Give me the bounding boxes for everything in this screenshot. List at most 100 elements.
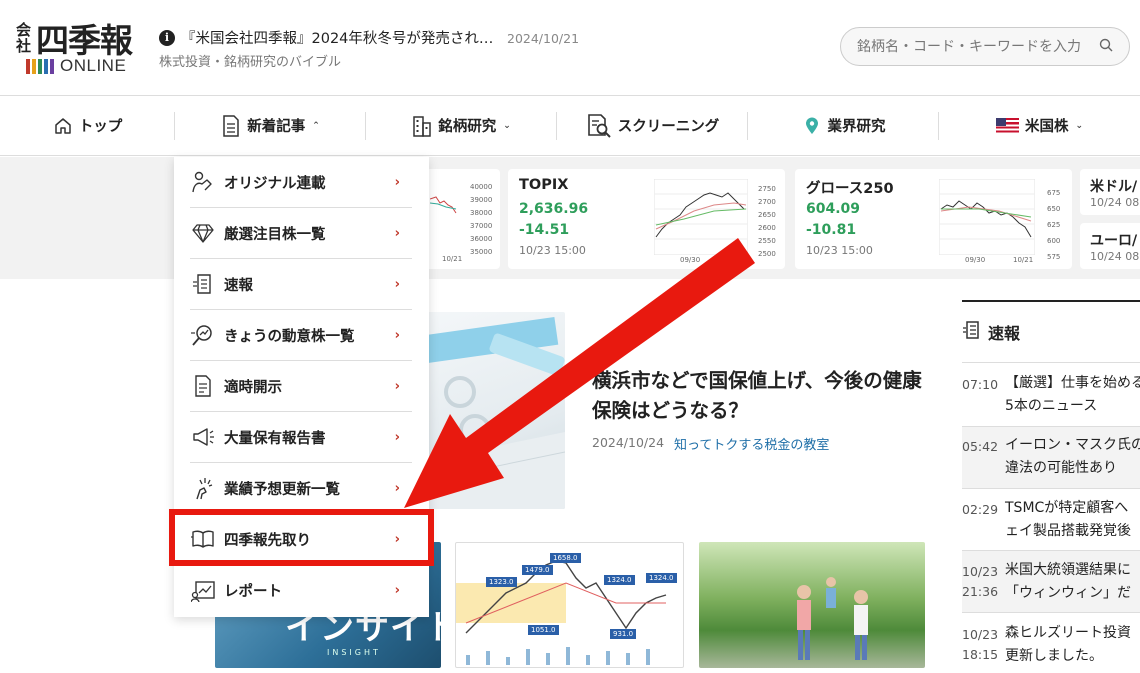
tick-label: 2700: [758, 198, 776, 206]
news-headline-cont: 違法の可能性あり: [1005, 460, 1117, 476]
news-flash-icon: [190, 271, 216, 297]
disclosure-document-icon: [190, 373, 216, 399]
x-tick: 09/30: [680, 256, 701, 264]
insight-sub: INSIGHT: [327, 648, 381, 657]
tick-label: 38000: [470, 209, 493, 217]
menu-label: 厳選注目株一覧: [224, 226, 326, 243]
hero-category-link[interactable]: 知ってトクする税金の教室: [674, 434, 829, 453]
tick-label: 2550: [758, 237, 776, 245]
info-icon: i: [159, 29, 175, 46]
chevron-right-icon: ›: [394, 429, 400, 445]
nav-label: 業界研究: [827, 119, 886, 135]
chevron-right-icon: ›: [394, 276, 400, 292]
chart-label: 1324.0: [604, 575, 635, 585]
search-icon[interactable]: [1099, 37, 1113, 56]
news-time: 07:10: [962, 377, 999, 392]
nav-new-articles[interactable]: 新着記事 ⌃: [175, 96, 366, 156]
original-series-icon: [190, 169, 216, 195]
chart-label: 1324.0: [646, 573, 677, 583]
news-headline-cont: 「ウィンウィン」だ: [1005, 585, 1131, 601]
menu-label: オリジナル連載: [224, 175, 326, 192]
logo-bars: [26, 58, 54, 74]
news-headline-cont: ェイ製品搭載発覚後: [1005, 523, 1131, 539]
nav-screening[interactable]: スクリーニング: [557, 96, 748, 156]
news-item[interactable]: 05:42 イーロン・マスク氏の 違法の可能性あり: [962, 426, 1140, 488]
index-name: グロース250: [806, 181, 894, 197]
menu-item-selected-stocks[interactable]: 厳選注目株一覧 ›: [190, 208, 412, 259]
hero-image[interactable]: [420, 312, 565, 509]
news-time: 05:42: [962, 439, 999, 454]
highlight-box: [169, 509, 434, 566]
search-input[interactable]: [857, 38, 1099, 55]
logo-bar: [38, 58, 42, 74]
family-illustration: [797, 577, 868, 660]
notice-link[interactable]: i 『米国会社四季報』2024年秋冬号が発売され…: [159, 27, 493, 48]
menu-item-forecast-updates[interactable]: 業績予想更新一覧 ›: [190, 463, 412, 514]
nav-label: スクリーニング: [617, 119, 720, 135]
hero-title[interactable]: 横浜市などで国保値上げ、今後の健康保険はどうなる？: [592, 366, 932, 426]
logo-online[interactable]: ONLINE: [26, 56, 126, 76]
menu-item-original-series[interactable]: オリジナル連載 ›: [190, 157, 412, 208]
site-logo[interactable]: 会社 四季報: [16, 18, 142, 60]
nav-top[interactable]: トップ: [0, 96, 175, 156]
news-item[interactable]: 07:10 【厳選】仕事を始める 5本のニュース: [962, 362, 1140, 426]
menu-item-timely-disclosure[interactable]: 適時開示 ›: [190, 361, 412, 412]
search-box[interactable]: [840, 27, 1130, 66]
menu-label: 大量保有報告書: [224, 430, 326, 447]
sokuho-header[interactable]: 速報: [962, 320, 1020, 344]
tick-label: 40000: [470, 183, 493, 191]
logo-online-word: ONLINE: [60, 56, 127, 75]
logo-bar: [50, 58, 54, 74]
chevron-right-icon: ›: [394, 225, 400, 241]
news-item[interactable]: 10/23 18:15 森ヒルズリート投資 更新しました。: [962, 612, 1140, 673]
screening-icon: [586, 113, 612, 139]
market-ticker: 40000 39000 38000 37000 36000 35000 10/2…: [0, 157, 1140, 279]
news-time: 02:29: [962, 502, 999, 517]
fx-card-eur[interactable]: ユーロ/ 10/24 08:0: [1080, 223, 1140, 269]
index-change: -10.81: [806, 222, 857, 238]
fx-name: ユーロ/: [1090, 233, 1138, 249]
index-card-topix[interactable]: TOPIX 2,636.96 -14.51 10/23 15:00 2750 2…: [508, 169, 785, 269]
tick-label: 2500: [758, 250, 776, 258]
news-headline: TSMCが特定顧客へ: [1005, 500, 1129, 516]
menu-item-report[interactable]: レポート ›: [190, 565, 412, 616]
news-item[interactable]: 02:29 TSMCが特定顧客へ ェイ製品搭載発覚後: [962, 488, 1140, 550]
news-time: 10/23: [962, 564, 999, 579]
tick-label: 625: [1047, 221, 1061, 229]
report-chart-icon: [190, 578, 216, 604]
thumb-stock-chart[interactable]: 1323.0 1479.0 1658.0 1324.0 1051.0 931.0…: [455, 542, 684, 668]
nav-label: 新着記事: [247, 119, 306, 135]
y-ticks: 675 650 625 600 575: [1047, 185, 1060, 265]
hero-date: 2024/10/24: [592, 435, 665, 450]
notice-date: 2024/10/21: [507, 31, 580, 46]
tick-label: 2650: [758, 211, 776, 219]
menu-label: きょうの動意株一覧: [224, 328, 355, 345]
news-item[interactable]: 10/23 21:36 米国大統領選結果に 「ウィンウィン」だ: [962, 550, 1140, 612]
sokuho-title: 速報: [988, 324, 1021, 343]
tick-label: 39000: [470, 196, 493, 204]
nav-label: 米国株: [1024, 119, 1069, 135]
chart-label: 1051.0: [528, 625, 559, 635]
menu-item-large-holdings[interactable]: 大量保有報告書 ›: [190, 412, 412, 463]
tick-label: 575: [1047, 253, 1061, 261]
fx-card-usd[interactable]: 米ドル/ 10/24 08:0: [1080, 169, 1140, 215]
x-tick: 10/21: [442, 255, 463, 263]
nav-label: トップ: [78, 119, 123, 135]
menu-label: 業績予想更新一覧: [224, 481, 340, 498]
home-icon: [53, 116, 73, 136]
nav-us-stocks[interactable]: 米国株 ⌄: [939, 96, 1140, 156]
menu-item-sokuho[interactable]: 速報 ›: [190, 259, 412, 310]
chevron-right-icon: ›: [394, 480, 400, 496]
logo-kaisha: 会社: [16, 21, 32, 55]
nav-industry-research[interactable]: 業界研究: [748, 96, 939, 156]
menu-item-movers[interactable]: きょうの動意株一覧 ›: [190, 310, 412, 361]
nav-stock-research[interactable]: 銘柄研究 ⌄: [366, 96, 557, 156]
x-tick: 09/30: [965, 256, 986, 264]
tick-label: 650: [1047, 205, 1061, 213]
index-card-growth[interactable]: グロース250 604.09 -10.81 10/23 15:00 675 65…: [795, 169, 1072, 269]
notice-text[interactable]: 『米国会社四季報』2024年秋冬号が発売され…: [181, 27, 493, 48]
thumb-family-photo[interactable]: [699, 542, 925, 668]
sidebar-top-rule: [962, 300, 1140, 302]
fx-name: 米ドル/: [1090, 179, 1138, 195]
logo-bar: [32, 58, 36, 74]
